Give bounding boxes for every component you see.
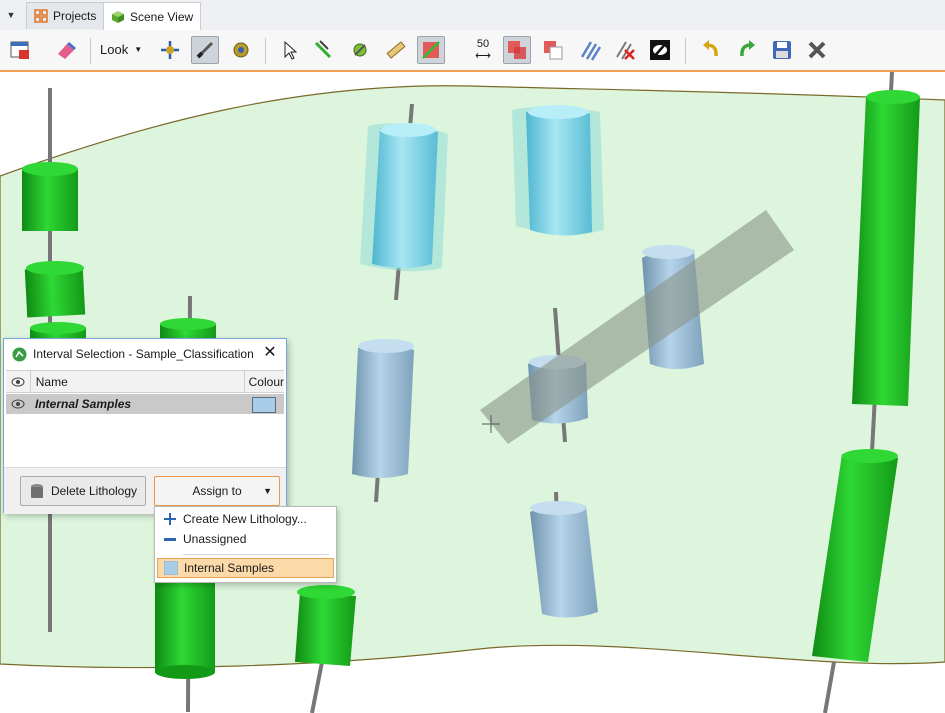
menu-item-label: Unassigned xyxy=(183,532,247,546)
tape-measure-value[interactable]: 50 ⟷ xyxy=(469,38,497,62)
move-view-button[interactable] xyxy=(156,36,184,64)
tape-measure-label: 50 xyxy=(476,38,490,50)
tab-list-dropdown-icon[interactable]: ▼ xyxy=(2,6,20,24)
scene-properties-button[interactable] xyxy=(6,36,34,64)
app-logo-icon xyxy=(12,347,27,361)
toolbar-divider xyxy=(90,38,91,64)
overlap-squares-outline-icon xyxy=(544,41,563,60)
look-label: Look xyxy=(100,42,129,57)
tab-scene-view-label: Scene View xyxy=(130,10,194,24)
overlap-squares-icon xyxy=(508,41,526,59)
invert-icon xyxy=(650,40,670,60)
deselect-mode-button[interactable] xyxy=(539,36,567,64)
assign-to-menu: Create New Lithology... Unassigned Inter… xyxy=(154,506,337,583)
row-visibility-toggle[interactable] xyxy=(6,394,30,414)
delete-lithology-button[interactable]: Delete Lithology xyxy=(20,476,146,506)
scene-cube-icon xyxy=(112,11,124,23)
close-icon[interactable]: ✕ xyxy=(262,345,278,361)
lithology-swatch-icon xyxy=(164,561,178,575)
tab-bar: ▼ Projects Scene View xyxy=(0,0,945,31)
pick-line-button[interactable] xyxy=(309,36,337,64)
assign-to-dropdown-button[interactable]: Assign to ▼ xyxy=(154,476,280,506)
draw-polyline-button[interactable] xyxy=(417,36,445,64)
move-arrows-icon xyxy=(161,41,179,59)
lithology-colour-swatch[interactable] xyxy=(252,397,276,413)
lithology-table-header: Name Colour xyxy=(6,370,284,393)
pick-line-icon xyxy=(314,40,332,59)
measure-button[interactable] xyxy=(382,36,410,64)
floppy-disk-icon xyxy=(773,41,791,59)
menu-item-label: Internal Samples xyxy=(184,561,275,575)
close-x-icon xyxy=(808,41,826,59)
eye-icon xyxy=(11,377,25,386)
select-intervals-button[interactable] xyxy=(576,36,604,64)
trash-can-icon xyxy=(30,484,43,498)
dash-icon xyxy=(163,532,177,546)
toolbar-divider xyxy=(265,38,266,64)
table-row[interactable]: Internal Samples xyxy=(6,394,284,414)
toolbar-divider xyxy=(685,38,686,64)
window-properties-icon xyxy=(10,41,29,59)
clear-scene-button[interactable] xyxy=(52,36,80,64)
red-square-line-icon xyxy=(422,41,440,59)
gear-icon xyxy=(233,42,249,58)
pick-object-icon xyxy=(353,43,367,57)
undo-button[interactable] xyxy=(697,36,725,64)
redo-button[interactable] xyxy=(733,36,761,64)
eye-icon xyxy=(11,399,25,409)
save-button[interactable] xyxy=(768,36,796,64)
scene-toolbar: Look ▼ 50 ⟷ xyxy=(0,30,945,72)
cancel-button[interactable] xyxy=(803,36,831,64)
pointer-arrow-icon xyxy=(284,40,298,60)
dialog-title: Interval Selection - Sample_Classificati… xyxy=(33,347,254,361)
chevron-down-icon: ▼ xyxy=(263,486,272,496)
visibility-column-header[interactable] xyxy=(6,371,31,392)
lithology-name: Internal Samples xyxy=(35,397,132,411)
redo-arrow-icon xyxy=(740,40,755,57)
dialog-title-bar: Interval Selection - Sample_Classificati… xyxy=(4,339,286,369)
hatch-icon xyxy=(580,41,601,61)
colour-column-header[interactable]: Colour xyxy=(245,375,284,389)
menu-item-create-new-lithology[interactable]: Create New Lithology... xyxy=(157,509,334,529)
tab-projects-label: Projects xyxy=(53,9,97,23)
ruler-icon xyxy=(386,41,406,59)
selection-mode-button[interactable] xyxy=(503,36,531,64)
menu-item-internal-samples[interactable]: Internal Samples xyxy=(157,558,334,578)
undo-arrow-icon xyxy=(703,40,718,57)
delete-lithology-label: Delete Lithology xyxy=(50,484,138,498)
name-column-header[interactable]: Name xyxy=(31,371,245,392)
projects-grid-icon xyxy=(34,9,48,23)
look-dropdown[interactable]: Look ▼ xyxy=(100,42,142,57)
gear-tool-button[interactable] xyxy=(227,36,255,64)
menu-item-unassigned[interactable]: Unassigned xyxy=(157,529,334,549)
pick-object-button[interactable] xyxy=(346,36,374,64)
clear-intervals-button[interactable] xyxy=(611,36,639,64)
chevron-down-icon: ▼ xyxy=(134,45,143,54)
select-button[interactable] xyxy=(276,36,304,64)
assign-to-label: Assign to xyxy=(192,484,242,498)
tab-projects[interactable]: Projects xyxy=(26,2,105,29)
knife-icon xyxy=(196,41,214,59)
double-arrow-icon: ⟷ xyxy=(475,50,491,62)
invert-visibility-button[interactable] xyxy=(646,36,674,64)
menu-separator xyxy=(183,554,329,555)
slice-tool-button[interactable] xyxy=(191,36,219,64)
tab-scene-view[interactable]: Scene View xyxy=(103,2,202,31)
interval-selection-dialog: Interval Selection - Sample_Classificati… xyxy=(3,338,287,514)
eraser-icon xyxy=(58,42,76,59)
menu-item-label: Create New Lithology... xyxy=(183,512,307,526)
plus-icon xyxy=(163,512,177,526)
hatch-cross-icon xyxy=(616,41,635,60)
